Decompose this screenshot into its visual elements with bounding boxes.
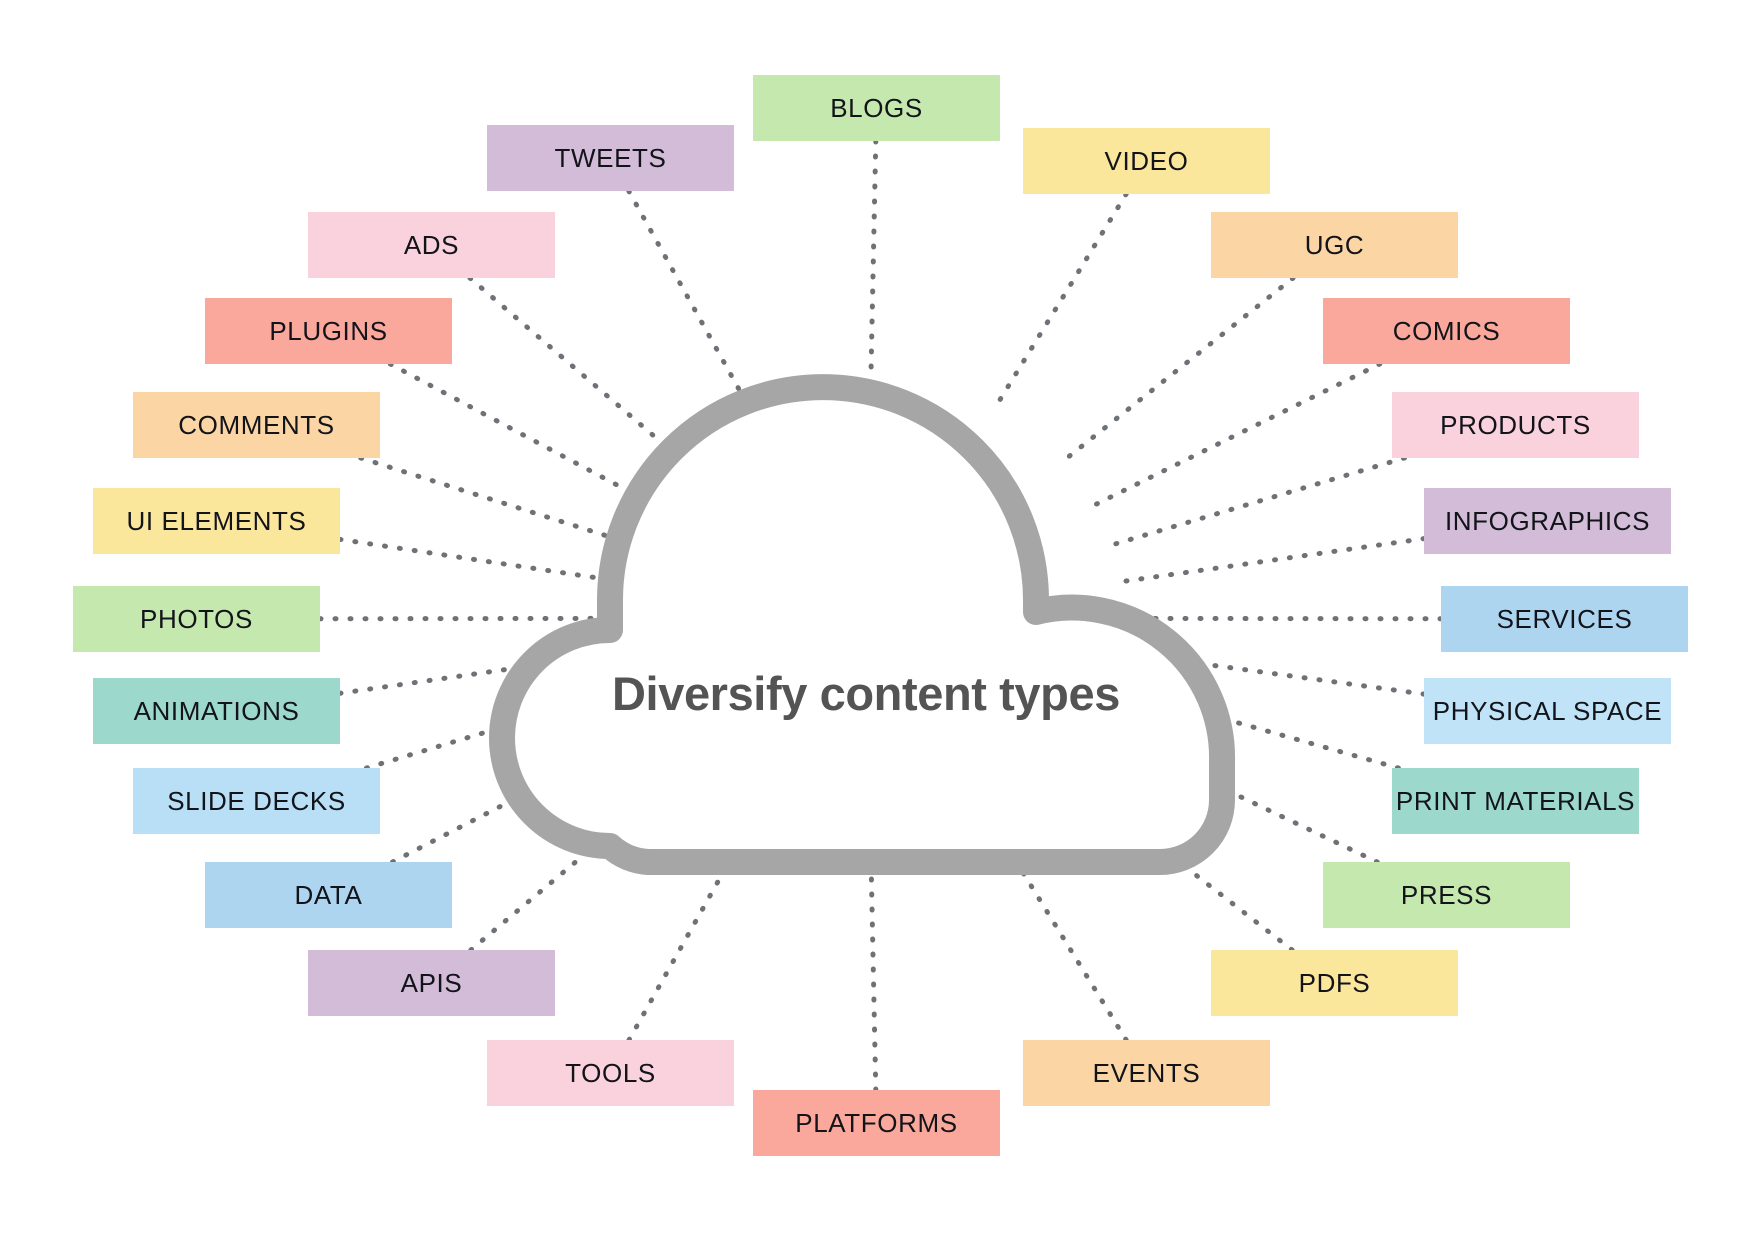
node-label: VIDEO — [1104, 146, 1189, 176]
node-blogs[interactable]: BLOGS — [753, 75, 1000, 141]
node-comics[interactable]: COMICS — [1323, 298, 1570, 364]
node-slide-decks[interactable]: SLIDE DECKS — [133, 768, 380, 834]
node-label: TOOLS — [565, 1058, 656, 1088]
node-label: PLATFORMS — [795, 1108, 958, 1138]
node-ads[interactable]: ADS — [308, 212, 555, 278]
diagram-canvas: Diversify content types BLOGS TWEETS VIDEO… — [0, 0, 1752, 1240]
node-label: PLUGINS — [269, 316, 388, 346]
node-comments[interactable]: COMMENTS — [133, 392, 380, 458]
node-platforms[interactable]: PLATFORMS — [753, 1090, 1000, 1156]
node-label: COMICS — [1392, 316, 1501, 346]
node-photos[interactable]: PHOTOS — [73, 586, 320, 652]
node-label: PHOTOS — [140, 604, 253, 634]
center-title: Diversify content types — [612, 666, 1120, 720]
node-animations[interactable]: ANIMATIONS — [93, 678, 340, 744]
node-infographics[interactable]: INFOGRAPHICS — [1424, 488, 1671, 554]
node-label: UGC — [1304, 230, 1365, 260]
node-services[interactable]: SERVICES — [1441, 586, 1688, 652]
node-physical-space[interactable]: PHYSICAL SPACE — [1424, 678, 1671, 744]
node-label: TWEETS — [554, 143, 667, 173]
node-video[interactable]: VIDEO — [1023, 128, 1270, 194]
node-label: DATA — [294, 880, 363, 910]
node-data[interactable]: DATA — [205, 862, 452, 928]
node-events[interactable]: EVENTS — [1023, 1040, 1270, 1106]
node-ui-elements[interactable]: UI ELEMENTS — [93, 488, 340, 554]
node-label: EVENTS — [1092, 1058, 1201, 1088]
node-tools[interactable]: TOOLS — [487, 1040, 734, 1106]
node-label: SLIDE DECKS — [167, 786, 346, 816]
node-pdfs[interactable]: PDFS — [1211, 950, 1458, 1016]
node-label: APIS — [400, 968, 463, 998]
node-label: INFOGRAPHICS — [1444, 506, 1651, 536]
node-ugc[interactable]: UGC — [1211, 212, 1458, 278]
node-label: ANIMATIONS — [133, 696, 300, 726]
node-tweets[interactable]: TWEETS — [487, 125, 734, 191]
node-label: PRODUCTS — [1440, 410, 1591, 440]
cloud-outline-path — [489, 374, 1236, 875]
node-label: SERVICES — [1496, 604, 1633, 634]
node-label: PDFS — [1298, 968, 1371, 998]
node-label: PRINT MATERIALS — [1395, 786, 1636, 816]
node-plugins[interactable]: PLUGINS — [205, 298, 452, 364]
node-label: ADS — [403, 230, 460, 260]
node-press[interactable]: PRESS — [1323, 862, 1570, 928]
node-label: UI ELEMENTS — [126, 506, 307, 536]
node-apis[interactable]: APIS — [308, 950, 555, 1016]
node-label: PHYSICAL SPACE — [1432, 696, 1663, 726]
node-products[interactable]: PRODUCTS — [1392, 392, 1639, 458]
node-label: COMMENTS — [178, 410, 335, 440]
node-label: BLOGS — [830, 93, 923, 123]
node-label: PRESS — [1400, 880, 1493, 910]
node-print-materials[interactable]: PRINT MATERIALS — [1392, 768, 1639, 834]
